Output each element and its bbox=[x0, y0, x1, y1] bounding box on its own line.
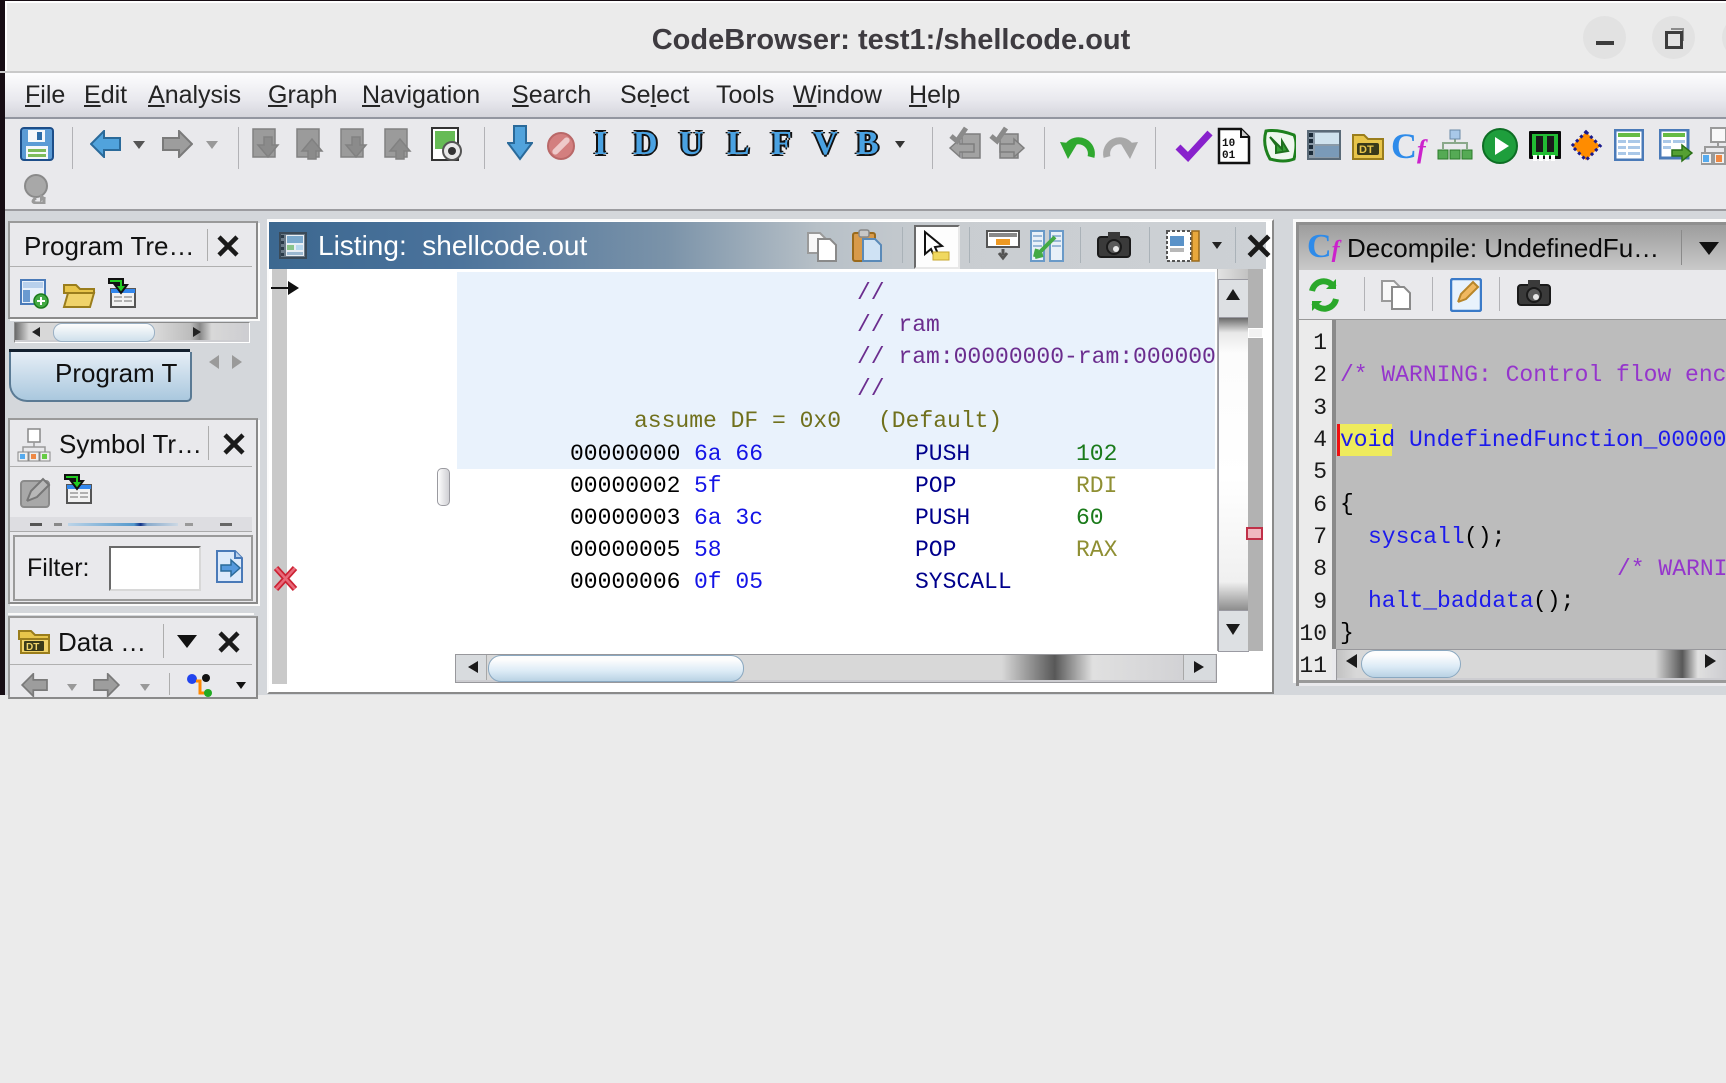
svg-text:DT: DT bbox=[1359, 144, 1374, 156]
svg-text:01: 01 bbox=[1222, 150, 1236, 162]
svg-text:10: 10 bbox=[1222, 138, 1235, 150]
svg-text:DT: DT bbox=[26, 642, 39, 653]
